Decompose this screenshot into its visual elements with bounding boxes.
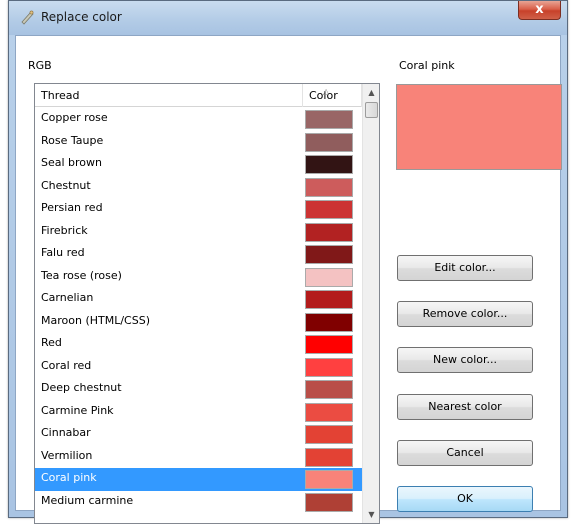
- list-rows: Copper rose Rose Taupe Seal brown Chestn…: [35, 108, 362, 513]
- edit-color-button[interactable]: Edit color...: [397, 255, 533, 281]
- color-swatch: [305, 425, 353, 444]
- color-swatch: [305, 492, 353, 512]
- window-title: Replace color: [41, 10, 122, 24]
- thread-name: Falu red: [41, 246, 85, 259]
- palette-icon: [21, 10, 34, 25]
- thread-name: Chestnut: [41, 178, 91, 192]
- list-item[interactable]: Firebrick: [35, 221, 362, 244]
- thread-color-list[interactable]: Thread △ Color Copper rose Rose Taupe Se…: [34, 83, 380, 524]
- remove-color-button[interactable]: Remove color...: [397, 301, 533, 327]
- list-item[interactable]: Medium carmine: [35, 491, 362, 514]
- replace-color-dialog: Replace color x RGB Thread △ Color Coppe…: [8, 0, 568, 524]
- title-bar[interactable]: Replace color x: [9, 1, 567, 35]
- list-item[interactable]: Falu red: [35, 243, 362, 266]
- cancel-button[interactable]: Cancel: [397, 440, 533, 466]
- list-item[interactable]: Seal brown: [35, 153, 362, 176]
- thread-name: Carnelian: [41, 291, 94, 304]
- list-item[interactable]: Carmine Pink: [35, 401, 362, 424]
- thread-name: Rose Taupe: [41, 133, 104, 147]
- thread-name: Vermilion: [41, 448, 93, 462]
- list-item[interactable]: Rose Taupe: [35, 131, 362, 154]
- list-item[interactable]: Carnelian: [35, 288, 362, 311]
- column-header-thread-label: Thread: [41, 89, 80, 102]
- thread-name: Coral red: [41, 358, 92, 372]
- list-item[interactable]: Vermilion: [35, 446, 362, 469]
- list-item-selected[interactable]: Coral pink: [35, 468, 362, 491]
- color-swatch: [305, 155, 353, 174]
- color-preview: [396, 84, 562, 170]
- color-swatch: [305, 132, 353, 152]
- thread-name: Cinnabar: [41, 426, 91, 439]
- color-swatch: [305, 200, 353, 219]
- color-swatch: [305, 380, 353, 399]
- list-item[interactable]: Chestnut: [35, 176, 362, 199]
- sort-up-icon: △: [323, 87, 330, 96]
- color-swatch: [305, 290, 353, 309]
- scroll-up-icon[interactable]: ▲: [363, 84, 379, 101]
- color-swatch: [305, 447, 353, 467]
- column-header-color[interactable]: △ Color: [303, 84, 362, 107]
- selected-color-label: Coral pink: [399, 59, 455, 72]
- list-header: Thread △ Color: [35, 84, 362, 107]
- thread-name: Tea rose (rose): [41, 268, 122, 282]
- color-swatch: [305, 312, 353, 332]
- close-button[interactable]: x: [518, 1, 561, 20]
- list-item[interactable]: Maroon (HTML/CSS): [35, 311, 362, 334]
- list-item[interactable]: Copper rose: [35, 108, 362, 131]
- ok-button[interactable]: OK: [397, 486, 533, 512]
- vertical-scrollbar[interactable]: ▲ ▼: [362, 84, 379, 523]
- color-swatch: [305, 357, 353, 377]
- thread-name: Maroon (HTML/CSS): [41, 313, 150, 327]
- thread-name: Red: [41, 336, 62, 349]
- color-swatch: [305, 222, 353, 242]
- thread-name: Coral pink: [41, 471, 97, 484]
- thread-name: Seal brown: [41, 156, 103, 169]
- thread-name: Carmine Pink: [41, 403, 114, 417]
- list-item[interactable]: Cinnabar: [35, 423, 362, 446]
- color-swatch: [305, 267, 353, 287]
- scrollbar-thumb[interactable]: [365, 102, 378, 118]
- thread-name: Firebrick: [41, 223, 88, 237]
- scroll-down-icon[interactable]: ▼: [363, 506, 379, 523]
- color-swatch: [305, 335, 353, 354]
- list-item[interactable]: Coral red: [35, 356, 362, 379]
- color-swatch: [305, 402, 353, 422]
- thread-name: Copper rose: [41, 111, 108, 124]
- nearest-color-button[interactable]: Nearest color: [397, 394, 533, 420]
- thread-name: Persian red: [41, 201, 103, 214]
- new-color-button[interactable]: New color...: [397, 347, 533, 373]
- list-item[interactable]: Persian red: [35, 198, 362, 221]
- color-swatch: [305, 110, 353, 129]
- column-header-thread[interactable]: Thread: [35, 84, 303, 107]
- dialog-body: RGB Thread △ Color Copper rose Rose Taup…: [15, 35, 562, 524]
- rgb-group-label: RGB: [28, 59, 52, 72]
- list-item[interactable]: Red: [35, 333, 362, 356]
- color-swatch: [305, 470, 353, 489]
- list-item[interactable]: Deep chestnut: [35, 378, 362, 401]
- color-swatch: [305, 177, 353, 197]
- color-swatch: [305, 245, 353, 264]
- thread-name: Medium carmine: [41, 493, 134, 507]
- thread-name: Deep chestnut: [41, 381, 122, 394]
- list-item[interactable]: Tea rose (rose): [35, 266, 362, 289]
